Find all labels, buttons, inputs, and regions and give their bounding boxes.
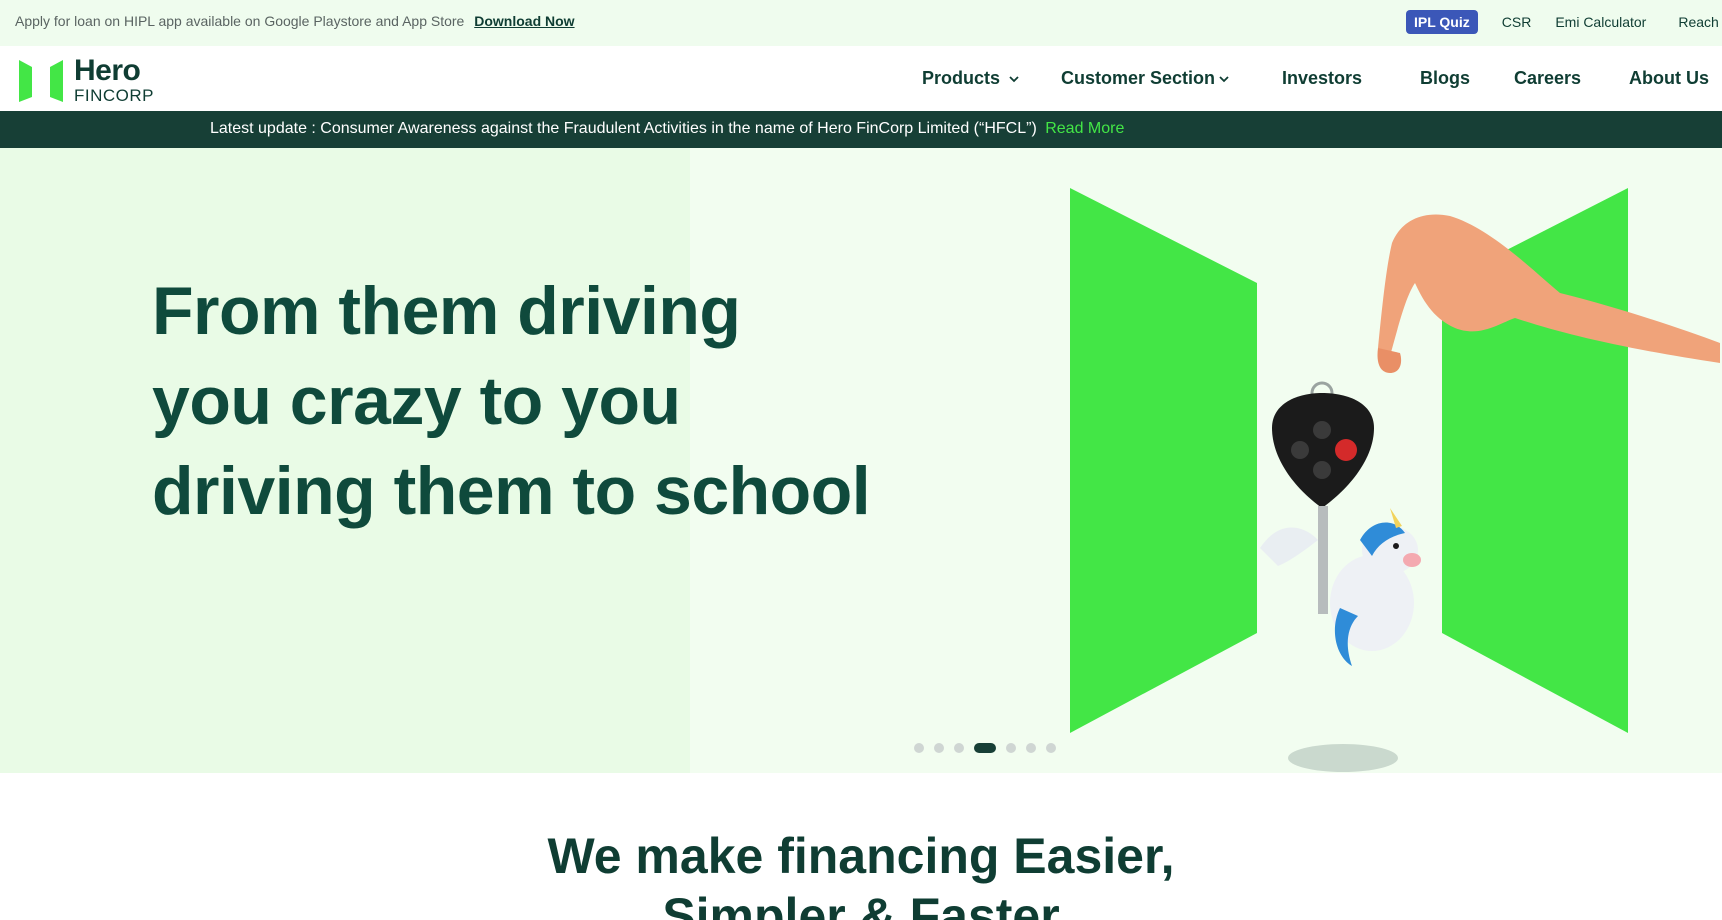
latest-update-bar: Latest update : Consumer Awareness again… bbox=[0, 111, 1722, 148]
green-panel-left bbox=[1070, 188, 1257, 733]
nav-about-us[interactable]: About Us bbox=[1629, 68, 1709, 89]
read-more-link[interactable]: Read More bbox=[1045, 120, 1124, 137]
promo-text: Apply for loan on HIPL app available on … bbox=[15, 13, 465, 29]
download-now-link[interactable]: Download Now bbox=[474, 13, 574, 29]
top-promo-bar: Apply for loan on HIPL app available on … bbox=[0, 0, 1722, 46]
nav-products-label: Products bbox=[922, 68, 1001, 88]
section-title: We make financing Easier, Simpler & Fast… bbox=[0, 826, 1722, 920]
hero-banner-slider[interactable]: From them driving you crazy to you drivi… bbox=[0, 148, 1722, 773]
hero-illustration bbox=[1070, 188, 1720, 772]
chevron-down-icon bbox=[1219, 75, 1229, 82]
logo-mark-icon bbox=[19, 58, 63, 102]
update-text: Latest update : Consumer Awareness again… bbox=[210, 120, 1037, 137]
slider-dot[interactable] bbox=[1026, 743, 1036, 753]
slider-dot[interactable] bbox=[934, 743, 944, 753]
nav-products[interactable]: Products bbox=[922, 68, 1020, 89]
slider-pagination bbox=[914, 743, 1066, 753]
logo-brand-sub: FINCORP bbox=[74, 86, 154, 105]
logo-brand-name: Hero bbox=[74, 54, 141, 87]
chevron-down-icon bbox=[1009, 75, 1019, 82]
hero-headline-line: driving them to school bbox=[152, 453, 871, 529]
nav-customer-section[interactable]: Customer Section bbox=[1061, 68, 1230, 89]
nav-investors[interactable]: Investors bbox=[1282, 68, 1362, 89]
emi-calculator-link[interactable]: Emi Calculator bbox=[1555, 14, 1646, 30]
slider-dot[interactable] bbox=[1046, 743, 1056, 753]
nav-careers[interactable]: Careers bbox=[1514, 68, 1581, 89]
nav-blogs-label: Blogs bbox=[1420, 68, 1471, 88]
ipl-quiz-button[interactable]: IPL Quiz bbox=[1406, 10, 1478, 34]
slider-dot[interactable] bbox=[914, 743, 924, 753]
latest-update-message: Latest update : Consumer Awareness again… bbox=[210, 120, 1124, 138]
nav-blogs[interactable]: Blogs bbox=[1420, 68, 1470, 89]
section-title-line: Simpler & Faster bbox=[662, 888, 1060, 920]
nav-about-us-label: About Us bbox=[1629, 68, 1709, 88]
reach-link[interactable]: Reach bbox=[1678, 14, 1718, 30]
nav-investors-label: Investors bbox=[1282, 68, 1363, 88]
slider-dot[interactable] bbox=[1006, 743, 1016, 753]
nav-careers-label: Careers bbox=[1514, 68, 1582, 88]
slider-dot[interactable] bbox=[954, 743, 964, 753]
csr-link[interactable]: CSR bbox=[1502, 14, 1532, 30]
top-links: IPL Quiz CSR Emi Calculator Reach bbox=[1406, 10, 1719, 34]
hero-headline-line: you crazy to you bbox=[152, 363, 681, 439]
slider-dot-active[interactable] bbox=[974, 743, 996, 753]
promo-banner: Apply for loan on HIPL app available on … bbox=[15, 13, 575, 29]
hero-fincorp-logo[interactable]: Hero FINCORP bbox=[19, 56, 154, 104]
main-header: Hero FINCORP Products Customer Section I… bbox=[0, 46, 1722, 111]
section-title-line: We make financing Easier, bbox=[547, 828, 1175, 884]
nav-customer-section-label: Customer Section bbox=[1061, 68, 1216, 88]
hero-headline-line: From them driving bbox=[152, 273, 741, 349]
hero-headline: From them driving you crazy to you drivi… bbox=[152, 266, 871, 536]
